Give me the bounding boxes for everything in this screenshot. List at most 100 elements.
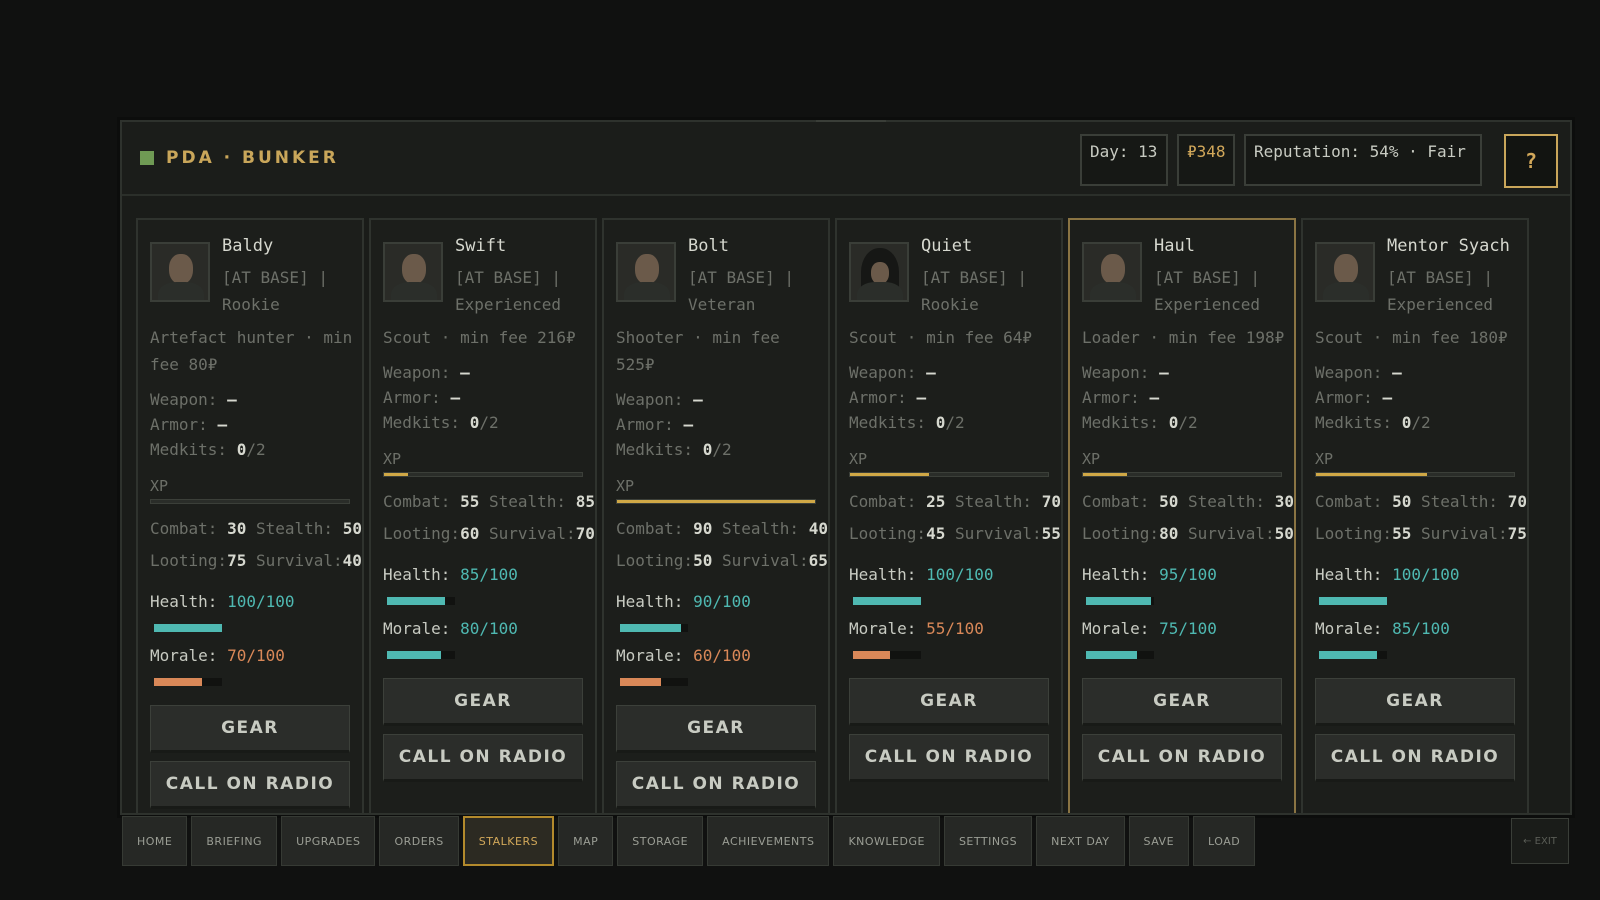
combat-label: Combat: [150, 519, 218, 538]
stealth-value: 85 [575, 492, 595, 511]
medkits-value: 0 [702, 440, 713, 459]
call-on-radio-button[interactable]: CALL ON RADIO [849, 734, 1049, 782]
morale-readout: Morale: 75/100 [1082, 619, 1217, 638]
morale-bar-fill [1319, 651, 1377, 659]
nav-achievements[interactable]: ACHIEVEMENTS [707, 816, 830, 866]
medkits-value: 0 [1168, 413, 1179, 432]
hooded-portrait [849, 242, 909, 302]
health-readout: Health: 100/100 [849, 565, 994, 584]
medkits-value: 0 [935, 413, 946, 432]
mentor-portrait [1315, 242, 1375, 302]
gear-button[interactable]: GEAR [150, 705, 350, 753]
kit-info: Weapon: – Armor: – Medkits: 0/2 [150, 387, 266, 462]
stalker-card[interactable]: Mentor Syach [AT BASE] | Experienced Scout … [1301, 218, 1529, 813]
armor-value: – [916, 388, 927, 407]
medkits-max: /2 [479, 413, 499, 432]
xp-label: XP [1315, 450, 1334, 468]
call-on-radio-button[interactable]: CALL ON RADIO [383, 734, 583, 782]
medkits-max: /2 [1411, 413, 1431, 432]
stalker-role: Artefact hunter · min fee 80₽ [150, 328, 353, 374]
morale-bar [620, 678, 688, 686]
nav-save[interactable]: SAVE [1128, 816, 1190, 866]
health-bar-fill [1319, 597, 1387, 605]
attributes: Combat: 90 Stealth: 40 Looting:50 Surviva… [616, 513, 828, 577]
nav-knowledge[interactable]: KNOWLEDGE [833, 816, 940, 866]
rank-text: Rookie [921, 295, 979, 314]
combat-value: 50 [1392, 492, 1412, 511]
rank-text: Experienced [455, 295, 561, 314]
nav-settings[interactable]: SETTINGS [943, 816, 1033, 866]
stealth-label: Stealth: [255, 519, 334, 538]
gear-button[interactable]: GEAR [1082, 678, 1282, 726]
stealth-label: Stealth: [1420, 492, 1499, 511]
health-value: 100/100 [227, 592, 295, 611]
status-text: [AT BASE] | [921, 268, 1027, 287]
call-on-radio-button[interactable]: CALL ON RADIO [1315, 734, 1515, 782]
gear-button[interactable]: GEAR [383, 678, 583, 726]
survival-value: 75 [1507, 524, 1527, 543]
kit-info: Weapon: – Armor: – Medkits: 0/2 [383, 360, 499, 435]
weapon-label: Weapon: [1315, 363, 1383, 382]
exit-button[interactable]: ← EXIT [1511, 818, 1569, 864]
xp-bar-fill [617, 500, 815, 503]
nav-briefing[interactable]: BRIEFING [191, 816, 278, 866]
medkits-max: /2 [945, 413, 965, 432]
morale-bar [154, 678, 222, 686]
looting-label: Looting: [383, 524, 461, 543]
stalker-name: Bolt [688, 236, 729, 256]
xp-label: XP [150, 477, 169, 495]
help-button[interactable]: ? [1504, 134, 1558, 188]
attributes: Combat: 25 Stealth: 70 Looting:45 Surviva… [849, 486, 1061, 550]
health-bar [154, 624, 222, 632]
stealth-value: 70 [1507, 492, 1527, 511]
stalker-card[interactable]: Quiet [AT BASE] | Rookie Scout · min fee 64… [835, 218, 1063, 813]
stalker-card[interactable]: Swift [AT BASE] | Experienced Scout · min f… [369, 218, 597, 813]
status-text: [AT BASE] | [1154, 268, 1260, 287]
xp-bar-fill [1316, 473, 1427, 476]
armor-label: Armor: [1315, 388, 1373, 407]
xp-label: XP [383, 450, 402, 468]
call-on-radio-button[interactable]: CALL ON RADIO [616, 761, 816, 809]
brand-square-icon [140, 151, 154, 165]
call-on-radio-button[interactable]: CALL ON RADIO [150, 761, 350, 809]
attributes: Combat: 50 Stealth: 70 Looting:55 Surviva… [1315, 486, 1527, 550]
health-readout: Health: 100/100 [1315, 565, 1460, 584]
stealth-value: 40 [808, 519, 828, 538]
gear-button[interactable]: GEAR [1315, 678, 1515, 726]
morale-label: Morale: [1082, 619, 1150, 638]
combat-label: Combat: [849, 492, 917, 511]
kit-info: Weapon: – Armor: – Medkits: 0/2 [616, 387, 732, 462]
gear-button[interactable]: GEAR [849, 678, 1049, 726]
health-bar [1319, 597, 1387, 605]
bald-portrait [150, 242, 210, 302]
stalker-card[interactable]: Baldy [AT BASE] | Rookie Artefact hunter · … [136, 218, 364, 813]
armor-value: – [450, 388, 461, 407]
gear-button[interactable]: GEAR [616, 705, 816, 753]
stealth-value: 30 [1274, 492, 1294, 511]
nav-map[interactable]: MAP [558, 816, 614, 866]
nav-next-day[interactable]: NEXT DAY [1036, 816, 1125, 866]
stalker-role: Scout · min fee 216₽ [383, 328, 576, 347]
nav-orders[interactable]: ORDERS [379, 816, 459, 866]
nav-upgrades[interactable]: UPGRADES [281, 816, 376, 866]
xp-bar-fill [1083, 473, 1127, 476]
nav-storage[interactable]: STORAGE [617, 816, 704, 866]
stealth-label: Stealth: [1187, 492, 1266, 511]
stalker-card[interactable]: Bolt [AT BASE] | Veteran Shooter · min fee … [602, 218, 830, 813]
health-bar [620, 624, 688, 632]
health-label: Health: [150, 592, 218, 611]
health-value: 100/100 [926, 565, 994, 584]
weapon-label: Weapon: [1082, 363, 1150, 382]
health-value: 85/100 [460, 565, 518, 584]
xp-bar-fill [384, 473, 408, 476]
attributes: Combat: 55 Stealth: 85 Looting:60 Surviva… [383, 486, 595, 550]
health-bar [387, 597, 455, 605]
nav-load[interactable]: LOAD [1193, 816, 1256, 866]
nav-home[interactable]: HOME [122, 816, 188, 866]
stalker-role: Loader · min fee 198₽ [1082, 328, 1285, 347]
stalker-card[interactable]: Haul [AT BASE] | Experienced Loader · min f… [1068, 218, 1296, 813]
nav-stalkers[interactable]: STALKERS [462, 816, 555, 866]
health-readout: Health: 95/100 [1082, 565, 1217, 584]
call-on-radio-button[interactable]: CALL ON RADIO [1082, 734, 1282, 782]
stalker-status: [AT BASE] | Experienced [1154, 264, 1294, 318]
